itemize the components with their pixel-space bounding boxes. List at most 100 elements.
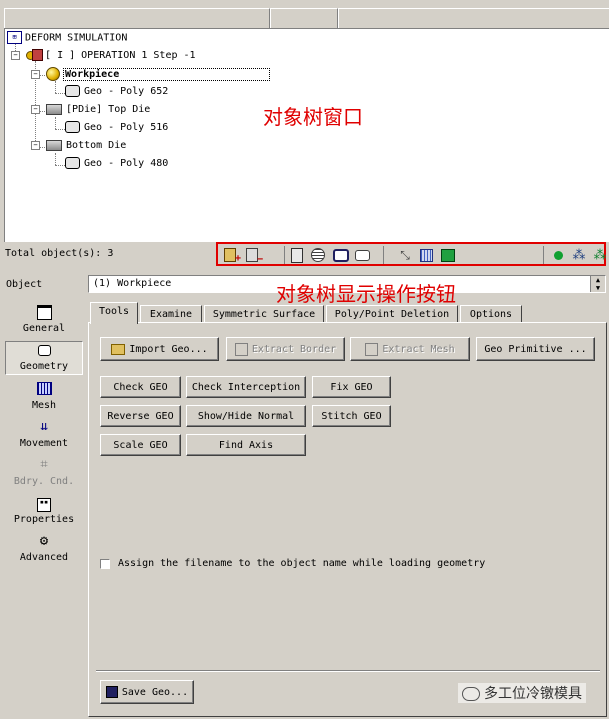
collapse-icon[interactable]: − [31,104,40,114]
sidebar-item-mesh[interactable]: Mesh [6,382,82,411]
extract-border-button[interactable]: Extract Border [226,337,345,361]
assign-filename-label: Assign the filename to the object name w… [118,558,486,569]
sidebar-item-label: Mesh [31,400,57,411]
toolbar-separator [284,246,285,264]
workpiece-sphere-icon [46,67,61,81]
sidebar-item-geometry[interactable]: Geometry [5,341,83,375]
tree-top-die-geo[interactable]: Geo - Poly 516 [65,121,168,135]
geo-primitive-button[interactable]: Geo Primitive ... [476,337,595,361]
watermark: 多工位冷镦模具 [458,683,586,703]
three-dots-color-icon[interactable]: ⁂ [592,247,608,263]
advanced-icon: ⚙ [39,533,49,549]
geometry-icon [65,157,80,169]
header-cell-2[interactable] [270,8,338,29]
tree-connector [55,153,56,165]
import-geo-button[interactable]: Import Geo... [100,337,219,361]
spin-arrows-icon[interactable]: ▲ ▼ [590,276,605,292]
object-label: Object [6,279,43,290]
collapse-icon[interactable]: − [31,140,40,150]
stitch-geo-button[interactable]: Stitch GEO [312,405,391,427]
tree-bottom-die[interactable]: − Bottom Die [31,139,126,153]
folder-icon [111,343,126,355]
tree-connector [55,81,56,93]
delete-object-icon[interactable]: − [244,247,263,265]
show-surface-icon[interactable] [354,247,370,263]
show-mesh-icon[interactable] [310,247,326,263]
die-icon [46,103,63,115]
grid-icon[interactable] [418,247,434,263]
sidebar-item-properties[interactable]: ▪▪ Properties [6,496,82,525]
tree-buttons-annotation: 对象树显示操作按钮 [276,282,456,306]
sidebar-item-advanced[interactable]: ⚙ Advanced [6,534,82,563]
mesh-icon [35,382,53,398]
sidebar-item-label: Movement [19,438,69,449]
sidebar-item-movement[interactable]: ⇊ Movement [6,420,82,450]
tree-operation[interactable]: − [ I ] OPERATION 1 Step -1 [11,49,196,63]
geometry-icon [65,121,80,133]
tree-connector [55,117,56,129]
bottom-die-geo-label: Geo - Poly 480 [84,158,169,169]
check-geo-button[interactable]: Check GEO [100,376,181,398]
extract-mesh-label: Extract Mesh [382,343,455,355]
top-die-geo-label: Geo - Poly 516 [84,122,169,133]
disk-icon [105,686,118,698]
tab-symmetric-surface[interactable]: Symmetric Surface [204,305,324,322]
collapse-icon[interactable]: − [11,50,20,60]
check-interception-button[interactable]: Check Interception [186,376,306,398]
bottom-die-label: Bottom Die [66,140,127,151]
axis-icon[interactable]: ⤡ [397,247,413,263]
geometry-icon [35,345,53,359]
reverse-geo-button[interactable]: Reverse GEO [100,405,181,427]
tab-options[interactable]: Options [460,305,522,322]
single-dot-icon[interactable] [550,247,566,263]
object-tree-window[interactable]: ⊞ DEFORM SIMULATION − [ I ] OPERATION 1 S… [4,28,609,243]
sidebar-item-label: Advanced [19,552,69,563]
show-geometry-icon[interactable] [333,247,349,263]
extract-icon [234,342,248,356]
tree-root-label: DEFORM SIMULATION [25,32,128,44]
sidebar-item-label: Bdry. Cnd. [13,476,75,487]
top-die-label: [PDie] Top Die [66,104,151,115]
total-objects-label: Total object(s): 3 [5,248,114,259]
three-dots-icon[interactable]: ⁂ [571,247,587,263]
tab-poly-point-deletion[interactable]: Poly/Point Deletion [326,305,458,322]
workpiece-label: Workpiece [63,68,271,81]
tree-top-die[interactable]: − [PDie] Top Die [31,103,150,117]
find-axis-button[interactable]: Find Axis [186,434,306,456]
tab-examine[interactable]: Examine [140,305,202,322]
collapse-icon[interactable]: − [31,69,40,79]
toolbar-separator [543,246,544,264]
extract-mesh-button[interactable]: Extract Mesh [350,337,470,361]
tab-tools[interactable]: Tools [90,302,138,324]
screen-icon[interactable] [440,247,456,263]
boundary-icon: ⌗ [40,457,48,472]
add-object-icon[interactable]: + [222,247,241,264]
tree-root[interactable]: ⊞ DEFORM SIMULATION [7,31,127,45]
tree-bottom-die-geo[interactable]: Geo - Poly 480 [65,157,168,171]
operation-label: [ I ] OPERATION 1 Step -1 [45,50,196,61]
object-select-value: (1) Workpiece [93,278,172,289]
sidebar-item-label: Geometry [19,361,69,372]
wechat-icon [462,687,480,701]
sidebar-item-label: General [22,323,66,334]
save-geo-label: Save Geo... [121,686,189,698]
show-object-icon[interactable] [289,247,305,263]
show-hide-normal-button[interactable]: Show/Hide Normal [186,405,306,427]
tree-workpiece-geo[interactable]: Geo - Poly 652 [65,85,168,99]
simulation-icon: ⊞ [7,31,22,44]
toolbar-separator [383,246,384,264]
bottom-divider [96,670,600,672]
tree-workpiece[interactable]: − Workpiece [31,67,271,81]
scale-geo-button[interactable]: Scale GEO [100,434,181,456]
assign-filename-checkbox[interactable] [100,559,110,569]
sidebar-item-label: Properties [13,514,75,525]
sidebar-item-general[interactable]: General [6,305,82,334]
tree-window-annotation: 对象树窗口 [263,105,363,129]
extract-border-label: Extract Border [251,343,337,355]
save-geo-button[interactable]: Save Geo... [100,680,194,704]
extract-icon [365,342,379,356]
header-cell-3[interactable] [338,8,609,29]
sidebar-item-boundary[interactable]: ⌗ Bdry. Cnd. [6,457,82,488]
header-cell-1[interactable] [4,8,270,29]
fix-geo-button[interactable]: Fix GEO [312,376,391,398]
